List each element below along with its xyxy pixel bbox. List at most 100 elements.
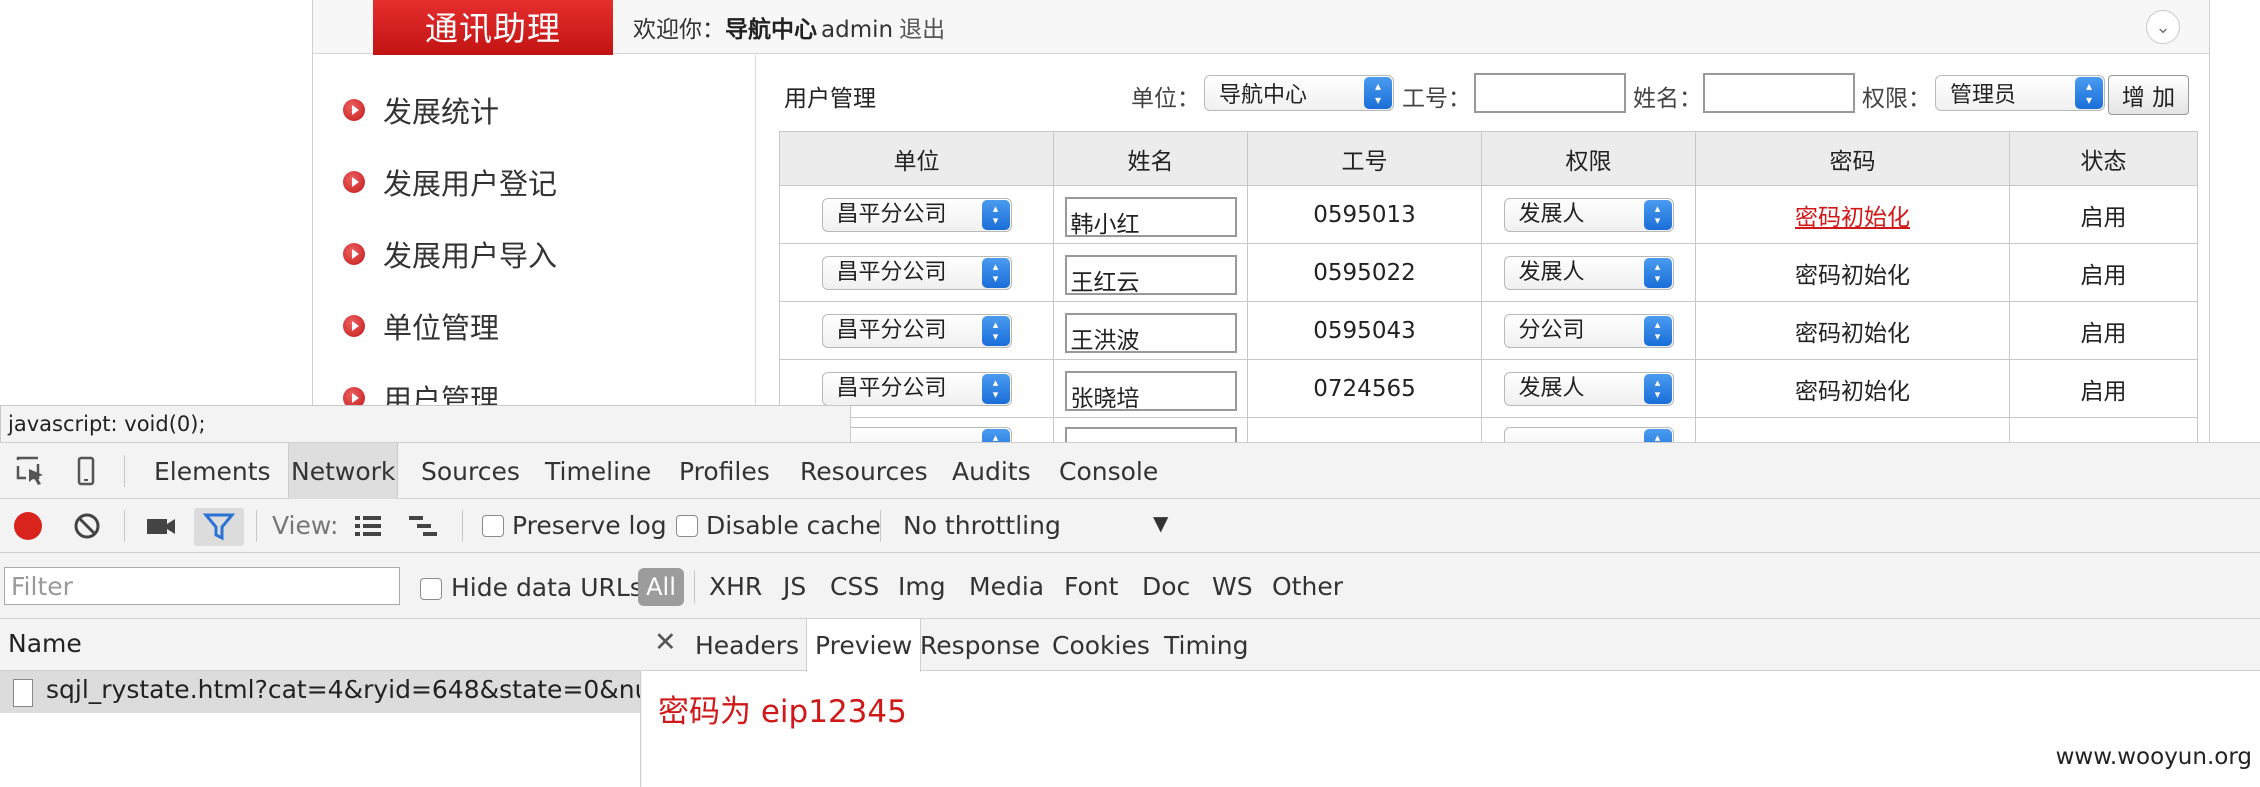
filter-type-doc[interactable]: Doc: [1142, 572, 1190, 601]
sidebar-item-register[interactable]: 发展用户登记: [343, 160, 557, 204]
tab-preview[interactable]: Preview: [806, 619, 922, 672]
close-icon[interactable]: ✕: [654, 627, 677, 658]
add-button[interactable]: 增 加: [2108, 75, 2189, 115]
sidebar-item-stats[interactable]: 发展统计: [343, 88, 499, 132]
role-select[interactable]: 发展人 ▴ ▾: [1503, 371, 1674, 406]
role-value: 发展人: [1518, 201, 1585, 227]
select-arrows-icon: ▴▾: [1643, 315, 1672, 346]
filter-icon[interactable]: [203, 510, 235, 542]
password-reset-link[interactable]: 密码初始化: [1795, 379, 1910, 405]
tab-cookies[interactable]: Cookies: [1052, 619, 1150, 671]
tab-elements[interactable]: Elements: [154, 443, 271, 499]
unit-select[interactable]: 昌平分公司 ▴ ▾: [821, 313, 1012, 348]
table-row: 昌平分公司 ▴ ▾ 张晓培 0724565 发展人 ▴ ▾ 密码初始化 启用: [779, 359, 2198, 418]
inspect-element-icon[interactable]: [15, 455, 47, 487]
id-cell: 0595043: [1247, 301, 1482, 360]
name-input[interactable]: [1703, 73, 1855, 113]
name-label: 姓名：: [1633, 86, 1702, 112]
password-cell: 密码初始化: [1695, 359, 2010, 418]
detail-tabbar: ✕ Headers Preview Response Cookies Timin…: [642, 619, 2260, 672]
filter-type-other[interactable]: Other: [1272, 572, 1343, 601]
tab-timeline[interactable]: Timeline: [545, 443, 651, 499]
filter-type-css[interactable]: CSS: [830, 572, 879, 601]
filter-type-all[interactable]: All: [638, 568, 684, 606]
id-input[interactable]: [1474, 73, 1626, 113]
filter-type-ws[interactable]: WS: [1212, 572, 1253, 601]
clear-icon[interactable]: [71, 510, 103, 542]
status-cell[interactable]: 启用: [2009, 301, 2198, 360]
table-header-row: 单位 姓名 工号 权限 密码 状态: [779, 131, 2198, 186]
name-input[interactable]: 张晓培: [1064, 371, 1237, 412]
tab-resources[interactable]: Resources: [800, 443, 928, 499]
filter-type-img[interactable]: Img: [898, 572, 946, 601]
tab-sources[interactable]: Sources: [421, 443, 520, 499]
status-cell[interactable]: 启用: [2009, 359, 2198, 418]
waterfall-view-icon[interactable]: [407, 510, 439, 542]
name-cell: 韩小红: [1053, 185, 1248, 244]
bullet-arrow-icon: [343, 171, 365, 193]
camera-icon[interactable]: [145, 510, 177, 542]
table-row: ▴▾ ▴▾: [779, 417, 2198, 442]
sidebar-item-units[interactable]: 单位管理: [343, 304, 499, 348]
welcome-prefix: 欢迎你：: [633, 17, 725, 43]
role-select[interactable]: 管理员 ▴ ▾: [1935, 75, 2105, 111]
request-row[interactable]: sqjl_rystate.html?cat=4&ryid=648&state=0…: [0, 671, 640, 713]
role-select[interactable]: 分公司 ▴ ▾: [1503, 313, 1674, 348]
tab-response[interactable]: Response: [920, 619, 1040, 671]
role-cell: 发展人 ▴ ▾: [1481, 243, 1696, 302]
role-cell: ▴▾: [1481, 417, 1696, 442]
col-header-id: 工号: [1247, 131, 1482, 186]
id-cell: 0724565: [1247, 359, 1482, 418]
filter-type-xhr[interactable]: XHR: [709, 572, 762, 601]
role-select[interactable]: ▴▾: [1503, 426, 1674, 442]
dropdown-arrow-icon[interactable]: ▼: [1153, 511, 1168, 535]
unit-select[interactable]: 导航中心 ▴ ▾: [1204, 75, 1394, 111]
role-cell: 分公司 ▴ ▾: [1481, 301, 1696, 360]
name-column-header[interactable]: Name: [0, 619, 641, 671]
unit-select[interactable]: 昌平分公司 ▴ ▾: [821, 371, 1012, 406]
role-label: 权限：: [1862, 86, 1931, 112]
record-icon[interactable]: [14, 512, 42, 540]
logout-link[interactable]: 退出: [899, 17, 945, 43]
filter-type-js[interactable]: JS: [783, 572, 806, 601]
status-cell[interactable]: 启用: [2009, 243, 2198, 302]
divider: [124, 455, 125, 487]
role-select[interactable]: 发展人 ▴ ▾: [1503, 197, 1674, 232]
preserve-log-checkbox[interactable]: [482, 515, 504, 537]
unit-select[interactable]: 昌平分公司 ▴ ▾: [821, 197, 1012, 232]
welcome-text: 欢迎你：导航中心 admin 退出: [633, 10, 945, 44]
password-reset-link[interactable]: 密码初始化: [1795, 263, 1910, 289]
name-input[interactable]: 王红云: [1064, 255, 1237, 296]
list-view-icon[interactable]: [352, 510, 384, 542]
chevron-down-icon[interactable]: ⌄: [2146, 10, 2180, 44]
password-cell: 密码初始化: [1695, 301, 2010, 360]
status-cell[interactable]: 启用: [2009, 185, 2198, 244]
unit-select[interactable]: 昌平分公司 ▴ ▾: [821, 255, 1012, 290]
password-reset-link[interactable]: 密码初始化: [1795, 321, 1910, 347]
tab-timing[interactable]: Timing: [1164, 619, 1248, 671]
filter-type-font[interactable]: Font: [1064, 572, 1118, 601]
name-input[interactable]: 王洪波: [1064, 313, 1237, 354]
tab-console[interactable]: Console: [1059, 443, 1158, 499]
disable-cache-checkbox[interactable]: [676, 515, 698, 537]
password-reset-link[interactable]: 密码初始化: [1795, 205, 1910, 231]
tab-audits[interactable]: Audits: [952, 443, 1031, 499]
filter-type-media[interactable]: Media: [969, 572, 1044, 601]
name-input[interactable]: [1064, 426, 1237, 442]
device-mode-icon[interactable]: [70, 455, 102, 487]
tab-profiles[interactable]: Profiles: [679, 443, 770, 499]
col-header-status: 状态: [2009, 131, 2198, 186]
role-value: 发展人: [1518, 375, 1585, 401]
throttling-select[interactable]: No throttling: [903, 511, 1061, 540]
select-arrows-icon: ▴▾: [981, 315, 1010, 346]
main-content: 用户管理 单位： 导航中心 ▴ ▾ 工号： 姓名： 权限： 管理员 ▴ ▾ 增 加 …: [757, 55, 2209, 442]
select-arrows-icon: ▴▾: [981, 257, 1010, 288]
devtools-tabbar: Elements Network Sources Timeline Profil…: [0, 443, 2260, 499]
role-select[interactable]: 发展人 ▴ ▾: [1503, 255, 1674, 290]
filter-input[interactable]: Filter: [4, 567, 400, 605]
sidebar-item-import[interactable]: 发展用户导入: [343, 232, 557, 276]
tab-headers[interactable]: Headers: [695, 619, 799, 671]
hide-data-urls-checkbox[interactable]: [420, 578, 442, 600]
tab-network[interactable]: Network: [288, 443, 399, 499]
name-input[interactable]: 韩小红: [1064, 197, 1237, 238]
